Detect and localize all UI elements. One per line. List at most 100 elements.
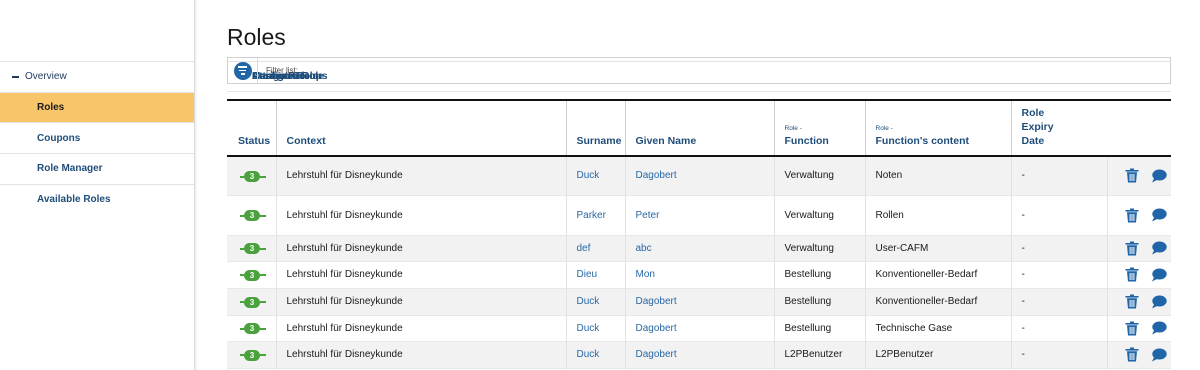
header-expiry-line-1: Role (1021, 107, 1045, 119)
header-status[interactable]: Status (227, 99, 277, 157)
surname-link[interactable]: Dieu (566, 261, 626, 288)
header-context[interactable]: Context (276, 99, 567, 157)
status-badge: 3 (244, 171, 260, 182)
status-cell: 3 (227, 261, 277, 288)
filter-lines-icon[interactable] (233, 61, 252, 80)
status-cell: 3 (227, 195, 277, 235)
table-row: 3 Lehrstuhl für Disneykunde Duck Dagobert Be… (227, 315, 1171, 341)
given-name-link[interactable]: Dagobert (625, 341, 775, 368)
header-content-prefix: Role - (875, 125, 893, 132)
header-actions (1107, 99, 1171, 157)
trash-icon[interactable] (1125, 241, 1139, 256)
trash-icon[interactable] (1125, 208, 1139, 223)
given-name-link[interactable]: abc (625, 235, 775, 261)
sidebar-item-available-roles[interactable]: Available Roles (0, 183, 194, 215)
status-cell: 3 (227, 288, 277, 315)
surname-link[interactable]: Duck (566, 315, 626, 341)
surname-link[interactable]: Parker (566, 195, 626, 235)
speech-bubble-icon[interactable] (1151, 241, 1167, 255)
page-title: Roles (227, 24, 286, 50)
sidebar-nav: Overview Roles Coupons Role Manager Avai… (0, 61, 1171, 215)
trash-icon[interactable] (1125, 267, 1139, 282)
actions-cell (1107, 288, 1171, 315)
context-cell: Lehrstuhl für Disneykunde (276, 195, 567, 235)
status-cell: 3 (227, 315, 277, 341)
surname-link[interactable]: Duck (566, 288, 626, 315)
sidebar-item-label: Roles (37, 102, 65, 114)
status-badge: 3 (244, 210, 260, 222)
actions-cell (1107, 235, 1171, 261)
given-name-link[interactable]: Dagobert (625, 156, 775, 195)
actions-cell (1107, 261, 1171, 288)
roles-table: Status Context Surname Given Name Role -… (227, 99, 1171, 369)
plug-badge-icon: 3 (240, 269, 266, 281)
expiry-cell: - (1011, 315, 1108, 341)
trash-icon[interactable] (1125, 321, 1139, 336)
sidebar-item-overview[interactable]: Overview (0, 61, 194, 92)
content-cell: Rollen (865, 195, 1012, 235)
given-name-link[interactable]: Dagobert (625, 288, 775, 315)
header-expiry-line-2: Expiry (1021, 121, 1054, 133)
expiry-cell: - (1011, 288, 1108, 315)
content-cell: Konventioneller-Bedarf (865, 288, 1012, 315)
speech-bubble-icon[interactable] (1151, 268, 1167, 282)
sidebar-item-roles[interactable]: Roles (0, 91, 194, 123)
surname-link[interactable]: Duck (566, 341, 626, 368)
trash-icon[interactable] (1125, 347, 1139, 362)
status-badge: 3 (244, 349, 260, 361)
header-given-name[interactable]: Given Name (625, 99, 775, 157)
status-badge: 3 (244, 323, 260, 335)
sidebar-item-label: Coupons (37, 132, 81, 144)
sidebar-item-label: Available Roles (37, 194, 111, 206)
status-badge: 3 (244, 269, 260, 281)
header-content[interactable]: Role - Function's content (865, 99, 1012, 157)
header-function[interactable]: Role - Function (774, 99, 866, 157)
status-cell: 3 (227, 341, 277, 368)
speech-bubble-icon[interactable] (1151, 169, 1167, 183)
plug-badge-icon: 3 (240, 323, 266, 335)
header-function-label: Function (784, 135, 829, 147)
filter-button[interactable] (228, 58, 258, 83)
actions-cell (1107, 315, 1171, 341)
actions-cell (1107, 341, 1171, 368)
expiry-cell: - (1011, 195, 1108, 235)
sidebar-item-role-manager[interactable]: Role Manager (0, 153, 194, 184)
filter-input[interactable] (266, 66, 1146, 75)
expiry-cell: - (1011, 341, 1108, 368)
surname-link[interactable]: def (566, 235, 626, 261)
context-cell: Lehrstuhl für Disneykunde (276, 235, 567, 261)
content-cell: User-CAFM (865, 235, 1012, 261)
header-expiry-line-3: Date (1021, 135, 1045, 147)
trash-icon[interactable] (1125, 168, 1139, 183)
table-row: 3 Lehrstuhl für Disneykunde Duck Dagobert Be… (227, 288, 1171, 315)
context-cell: Lehrstuhl für Disneykunde (276, 156, 567, 195)
function-cell: Verwaltung (774, 195, 866, 235)
trash-icon[interactable] (1125, 294, 1139, 309)
given-name-link[interactable]: Mon (625, 261, 775, 288)
given-name-link[interactable]: Peter (625, 195, 775, 235)
speech-bubble-icon[interactable] (1151, 295, 1167, 309)
given-name-link[interactable]: Dagobert (625, 315, 775, 341)
header-function-prefix: Role - (784, 125, 802, 132)
sidebar-item-coupons[interactable]: Coupons (0, 122, 194, 153)
header-expiry[interactable]: Role Expiry Date (1011, 99, 1107, 157)
table-row: 3 Lehrstuhl für Disneykunde Duck Dagobert L2… (227, 341, 1171, 368)
speech-bubble-icon[interactable] (1151, 208, 1167, 222)
content-cell: Noten (865, 156, 1012, 195)
sidebar-item-label: Overview (25, 71, 67, 83)
context-cell: Lehrstuhl für Disneykunde (276, 288, 567, 315)
status-badge: 3 (244, 243, 260, 255)
table-row: 3 Lehrstuhl für Disneykunde Duck Dagobert Ve… (227, 156, 1171, 195)
header-surname[interactable]: Surname (566, 99, 626, 157)
header-content-label: Function's content (875, 135, 970, 147)
speech-bubble-icon[interactable] (1151, 348, 1167, 362)
status-cell: 3 (227, 156, 277, 195)
surname-link[interactable]: Duck (566, 156, 626, 195)
context-cell: Lehrstuhl für Disneykunde (276, 315, 567, 341)
status-badge: 3 (244, 296, 260, 308)
expiry-cell: - (1011, 156, 1108, 195)
plug-badge-icon: 3 (240, 243, 266, 255)
function-cell: Bestellung (774, 288, 866, 315)
collapse-minus-icon[interactable] (12, 76, 19, 78)
speech-bubble-icon[interactable] (1151, 321, 1167, 335)
